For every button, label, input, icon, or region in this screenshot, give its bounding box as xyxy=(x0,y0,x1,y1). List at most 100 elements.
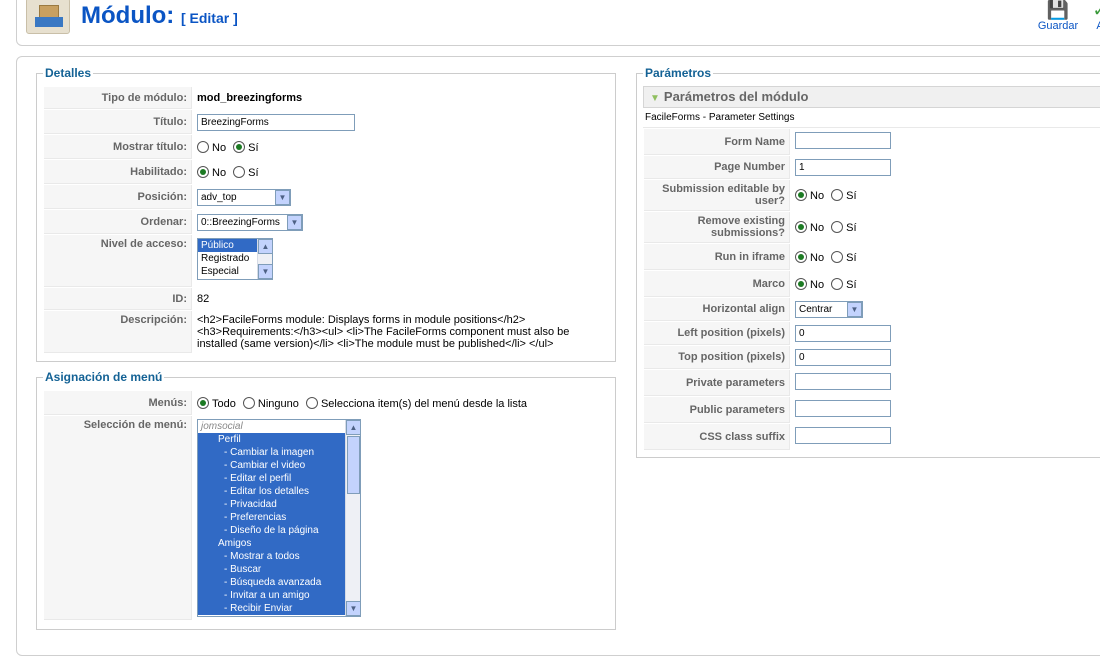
menu-item[interactable]: - Editar los detalles xyxy=(198,485,360,498)
menu-item[interactable]: - Invitar a un amigo xyxy=(198,589,360,602)
public-params-input[interactable] xyxy=(795,400,891,417)
run-iframe-label: Run in iframe xyxy=(644,244,790,270)
menu-item[interactable]: - Diseño de la página xyxy=(198,524,360,537)
enabled-yes-radio[interactable] xyxy=(233,165,246,178)
frame-yes-label: Sí xyxy=(846,278,857,291)
save-button[interactable]: 💾 Guardar xyxy=(1036,0,1080,32)
remove-existing-label: Remove existing submissions? xyxy=(644,212,790,243)
position-select[interactable]: adv_top ▼ xyxy=(197,188,291,206)
private-params-label: Private parameters xyxy=(644,370,790,396)
public-params-label: Public parameters xyxy=(644,397,790,423)
menu-item[interactable]: - Privacidad xyxy=(198,498,360,511)
parameters-panel: Parámetros ▼ Parámetros del módulo Facile… xyxy=(636,66,1100,458)
chevron-up-icon: ▲ xyxy=(346,420,360,435)
remove-existing-no-label: No xyxy=(810,222,825,234)
chevron-down-icon: ▼ xyxy=(346,601,360,616)
save-icon: 💾 xyxy=(1046,0,1070,20)
scrollbar-thumb[interactable] xyxy=(347,436,360,494)
menu-item[interactable]: - Mostrar a todos xyxy=(198,550,360,563)
menu-assignment-panel: Asignación de menú Menús: Todo Ninguno S… xyxy=(36,370,616,630)
chevron-down-icon: ▼ xyxy=(275,189,290,205)
menu-item[interactable]: jomsocial xyxy=(198,420,360,433)
chevron-up-icon: ▲ xyxy=(258,239,273,254)
page-number-label: Page Number xyxy=(644,156,790,179)
horizontal-align-select[interactable]: Centrar ▼ xyxy=(795,301,863,318)
enabled-label: Habilitado: xyxy=(44,160,192,184)
enabled-yes-label: Sí xyxy=(248,166,259,179)
access-level-label: Nivel de acceso: xyxy=(44,235,192,287)
chevron-down-icon: ▼ xyxy=(847,302,862,317)
menu-item[interactable]: Amigos xyxy=(198,537,360,550)
frame-label: Marco xyxy=(644,271,790,297)
page-title-text: Módulo: xyxy=(81,2,175,29)
menu-item[interactable]: Perfil xyxy=(198,433,360,446)
scrollbar[interactable]: ▲ ▼ xyxy=(345,420,360,616)
remove-existing-no-radio[interactable] xyxy=(795,221,807,233)
menu-item[interactable]: - Cambiar el video xyxy=(198,459,360,472)
access-option[interactable]: Público xyxy=(198,239,257,252)
menus-all-label: Todo xyxy=(212,397,236,410)
params-note: FacileForms - Parameter Settings xyxy=(643,108,1100,128)
menus-select-radio[interactable] xyxy=(305,396,318,409)
page-subtitle: [ Editar ] xyxy=(180,10,238,26)
run-iframe-no-label: No xyxy=(810,251,825,264)
show-title-yes-radio[interactable] xyxy=(233,140,246,153)
id-value: 82 xyxy=(197,293,210,305)
show-title-yes-label: Sí xyxy=(248,141,259,154)
expand-triangle-icon: ▼ xyxy=(650,93,660,104)
position-value: adv_top xyxy=(201,191,237,203)
form-name-input[interactable] xyxy=(795,132,891,149)
save-button-label: Guardar xyxy=(1037,20,1079,32)
order-value: 0::BreezingForms xyxy=(201,216,280,228)
menu-selection-list[interactable]: jomsocial Perfil - Cambiar la imagen - C… xyxy=(197,419,361,617)
module-params-title: Parámetros del módulo xyxy=(663,89,809,104)
page-number-input[interactable]: 1 xyxy=(795,159,891,176)
menu-item[interactable]: - Recibir Enviar xyxy=(198,602,360,615)
chevron-down-icon: ▼ xyxy=(287,214,302,230)
apply-icon: ✓ xyxy=(1090,0,1100,20)
menu-item[interactable]: - Búsqueda avanzada xyxy=(198,576,360,589)
menu-assignment-legend: Asignación de menú xyxy=(45,370,163,384)
apply-button-label: A xyxy=(1090,20,1100,32)
module-type-label: Tipo de módulo: xyxy=(44,87,192,109)
show-title-no-radio[interactable] xyxy=(197,140,209,153)
private-params-input[interactable] xyxy=(795,373,891,390)
enabled-no-radio[interactable] xyxy=(197,165,209,178)
top-position-label: Top position (pixels) xyxy=(644,346,790,369)
menus-all-radio[interactable] xyxy=(197,396,209,409)
css-suffix-input[interactable] xyxy=(795,427,891,444)
title-input[interactable]: BreezingForms xyxy=(197,113,355,131)
order-select[interactable]: 0::BreezingForms ▼ xyxy=(197,213,303,231)
parameters-legend: Parámetros xyxy=(645,66,712,80)
css-suffix-label: CSS class suffix xyxy=(644,424,790,450)
title-label: Título: xyxy=(44,110,192,134)
access-level-list[interactable]: Público Registrado Especial ▲ ▼ xyxy=(197,238,273,280)
run-iframe-yes-label: Sí xyxy=(846,251,857,264)
apply-button[interactable]: ✓ A xyxy=(1090,0,1100,32)
top-position-input[interactable]: 0 xyxy=(795,349,891,366)
frame-no-radio[interactable] xyxy=(795,277,807,290)
details-legend: Detalles xyxy=(45,66,92,80)
left-position-input[interactable]: 0 xyxy=(795,325,891,342)
details-panel: Detalles Tipo de módulo: mod_breezingfor… xyxy=(36,66,616,362)
submission-editable-yes-radio[interactable] xyxy=(831,189,844,201)
frame-yes-radio[interactable] xyxy=(831,277,844,290)
details-table: Tipo de módulo: mod_breezingforms Título… xyxy=(43,86,609,354)
menu-item[interactable]: - Buscar xyxy=(198,563,360,576)
remove-existing-yes-radio[interactable] xyxy=(831,221,844,233)
submission-editable-no-label: No xyxy=(810,190,825,202)
menu-assignment-table: Menús: Todo Ninguno Selecciona item(s) d… xyxy=(43,390,609,621)
scrollbar[interactable]: ▲ ▼ xyxy=(257,239,273,279)
submission-editable-yes-label: Sí xyxy=(846,190,857,202)
menu-item[interactable]: - Cambiar la imagen xyxy=(198,446,360,459)
order-label: Ordenar: xyxy=(44,210,192,234)
menu-item[interactable]: - Editar el perfil xyxy=(198,472,360,485)
run-iframe-no-radio[interactable] xyxy=(795,250,807,263)
menus-none-radio[interactable] xyxy=(242,396,255,409)
menu-item[interactable]: - Preferencias xyxy=(198,511,360,524)
show-title-label: Mostrar título: xyxy=(44,135,192,159)
left-position-label: Left position (pixels) xyxy=(644,322,790,345)
module-params-toggle[interactable]: ▼ Parámetros del módulo xyxy=(643,86,1100,108)
run-iframe-yes-radio[interactable] xyxy=(831,250,844,263)
submission-editable-no-radio[interactable] xyxy=(795,189,807,201)
